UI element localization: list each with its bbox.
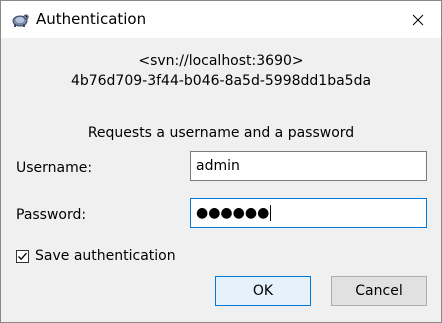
- username-field[interactable]: admin: [190, 151, 427, 181]
- ok-button[interactable]: OK: [215, 276, 311, 306]
- username-label: Username:: [16, 160, 93, 176]
- cancel-button[interactable]: Cancel: [331, 276, 427, 306]
- close-button[interactable]: [395, 1, 441, 38]
- tortoise-app-icon: [11, 11, 29, 29]
- password-label: Password:: [16, 207, 87, 223]
- repository-uuid: 4b76d709-3f44-b046-8a5d-5998dd1ba5da: [70, 73, 372, 89]
- save-authentication-label[interactable]: Save authentication: [35, 248, 176, 264]
- username-value: admin: [196, 158, 240, 174]
- save-authentication-checkbox[interactable]: [16, 250, 29, 263]
- window-title: Authentication: [36, 10, 147, 28]
- title-bar: Authentication: [1, 1, 441, 38]
- repository-realm: <svn://localhost:3690>: [138, 53, 304, 69]
- text-caret: [270, 205, 272, 221]
- password-field[interactable]: ●●●●●●: [190, 198, 427, 228]
- checkmark-icon: [18, 252, 27, 261]
- credentials-prompt: Requests a username and a password: [87, 125, 355, 141]
- password-masked-value: ●●●●●●: [196, 205, 270, 221]
- close-icon: [412, 14, 424, 25]
- auth-dialog: Authentication <svn://localhost:3690> 4b…: [0, 0, 442, 323]
